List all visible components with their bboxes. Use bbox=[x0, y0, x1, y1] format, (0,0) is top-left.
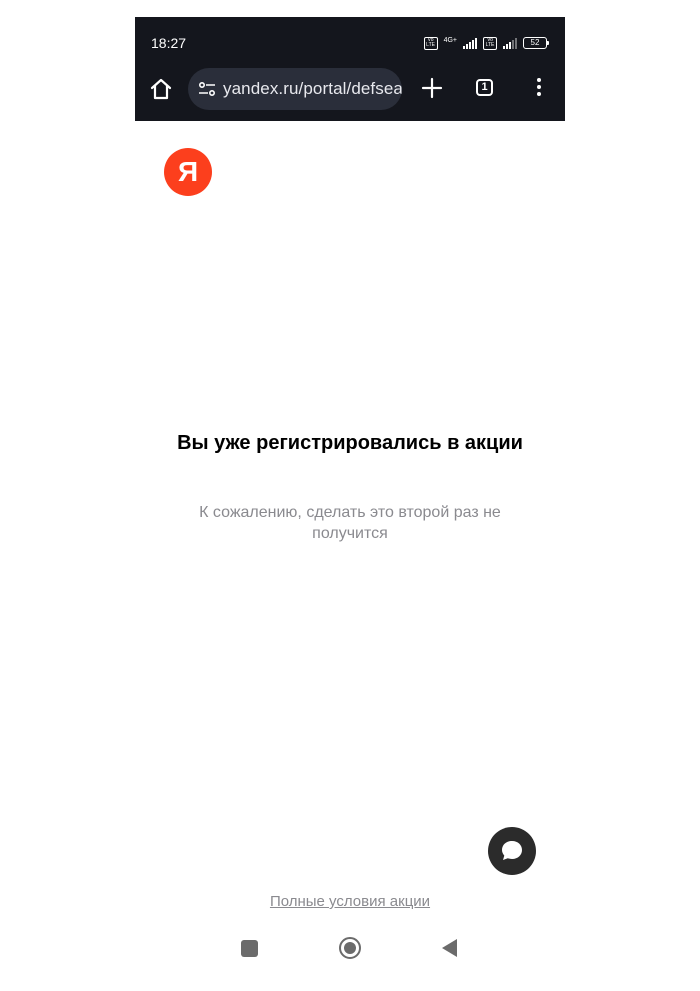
site-settings-icon[interactable] bbox=[198, 80, 216, 98]
plus-icon[interactable] bbox=[421, 77, 443, 99]
chat-button[interactable] bbox=[488, 827, 536, 875]
page-title: Вы уже регистрировались в акции bbox=[177, 432, 523, 454]
phone-screen: 18:27 Vo LTE 4G+ Vo LTE 52 yandex.ru/por… bbox=[135, 17, 565, 991]
url-text: yandex.ru/portal/defsearch bbox=[223, 79, 402, 98]
yandex-logo[interactable]: Я bbox=[164, 148, 212, 196]
tabs-icon[interactable]: 1 bbox=[476, 79, 493, 96]
system-navigation-bar bbox=[135, 929, 565, 969]
status-time: 18:27 bbox=[151, 35, 187, 51]
network-type: 4G+ bbox=[443, 36, 457, 44]
recents-icon[interactable] bbox=[241, 940, 258, 957]
back-icon[interactable] bbox=[442, 939, 457, 957]
home-icon[interactable] bbox=[149, 77, 173, 101]
signal-icon-2 bbox=[503, 37, 517, 49]
page-subtitle: К сожалению, сделать это второй раз не п… bbox=[199, 504, 501, 542]
browser-top-bar: 18:27 Vo LTE 4G+ Vo LTE 52 yandex.ru/por… bbox=[135, 17, 565, 121]
more-icon[interactable] bbox=[533, 76, 545, 100]
browser-toolbar: yandex.ru/portal/defsearch 1 bbox=[135, 67, 565, 111]
home-nav-icon[interactable] bbox=[339, 937, 361, 959]
address-bar[interactable]: yandex.ru/portal/defsearch bbox=[188, 68, 402, 110]
chat-icon bbox=[502, 841, 522, 860]
volte-icon: Vo LTE bbox=[423, 36, 438, 50]
battery-icon: 52 bbox=[523, 37, 549, 49]
terms-link[interactable]: Полные условия акции bbox=[135, 893, 565, 910]
status-icons: Vo LTE 4G+ Vo LTE 52 bbox=[423, 36, 549, 50]
signal-icon bbox=[463, 37, 477, 49]
volte-icon-2: Vo LTE bbox=[483, 36, 497, 50]
